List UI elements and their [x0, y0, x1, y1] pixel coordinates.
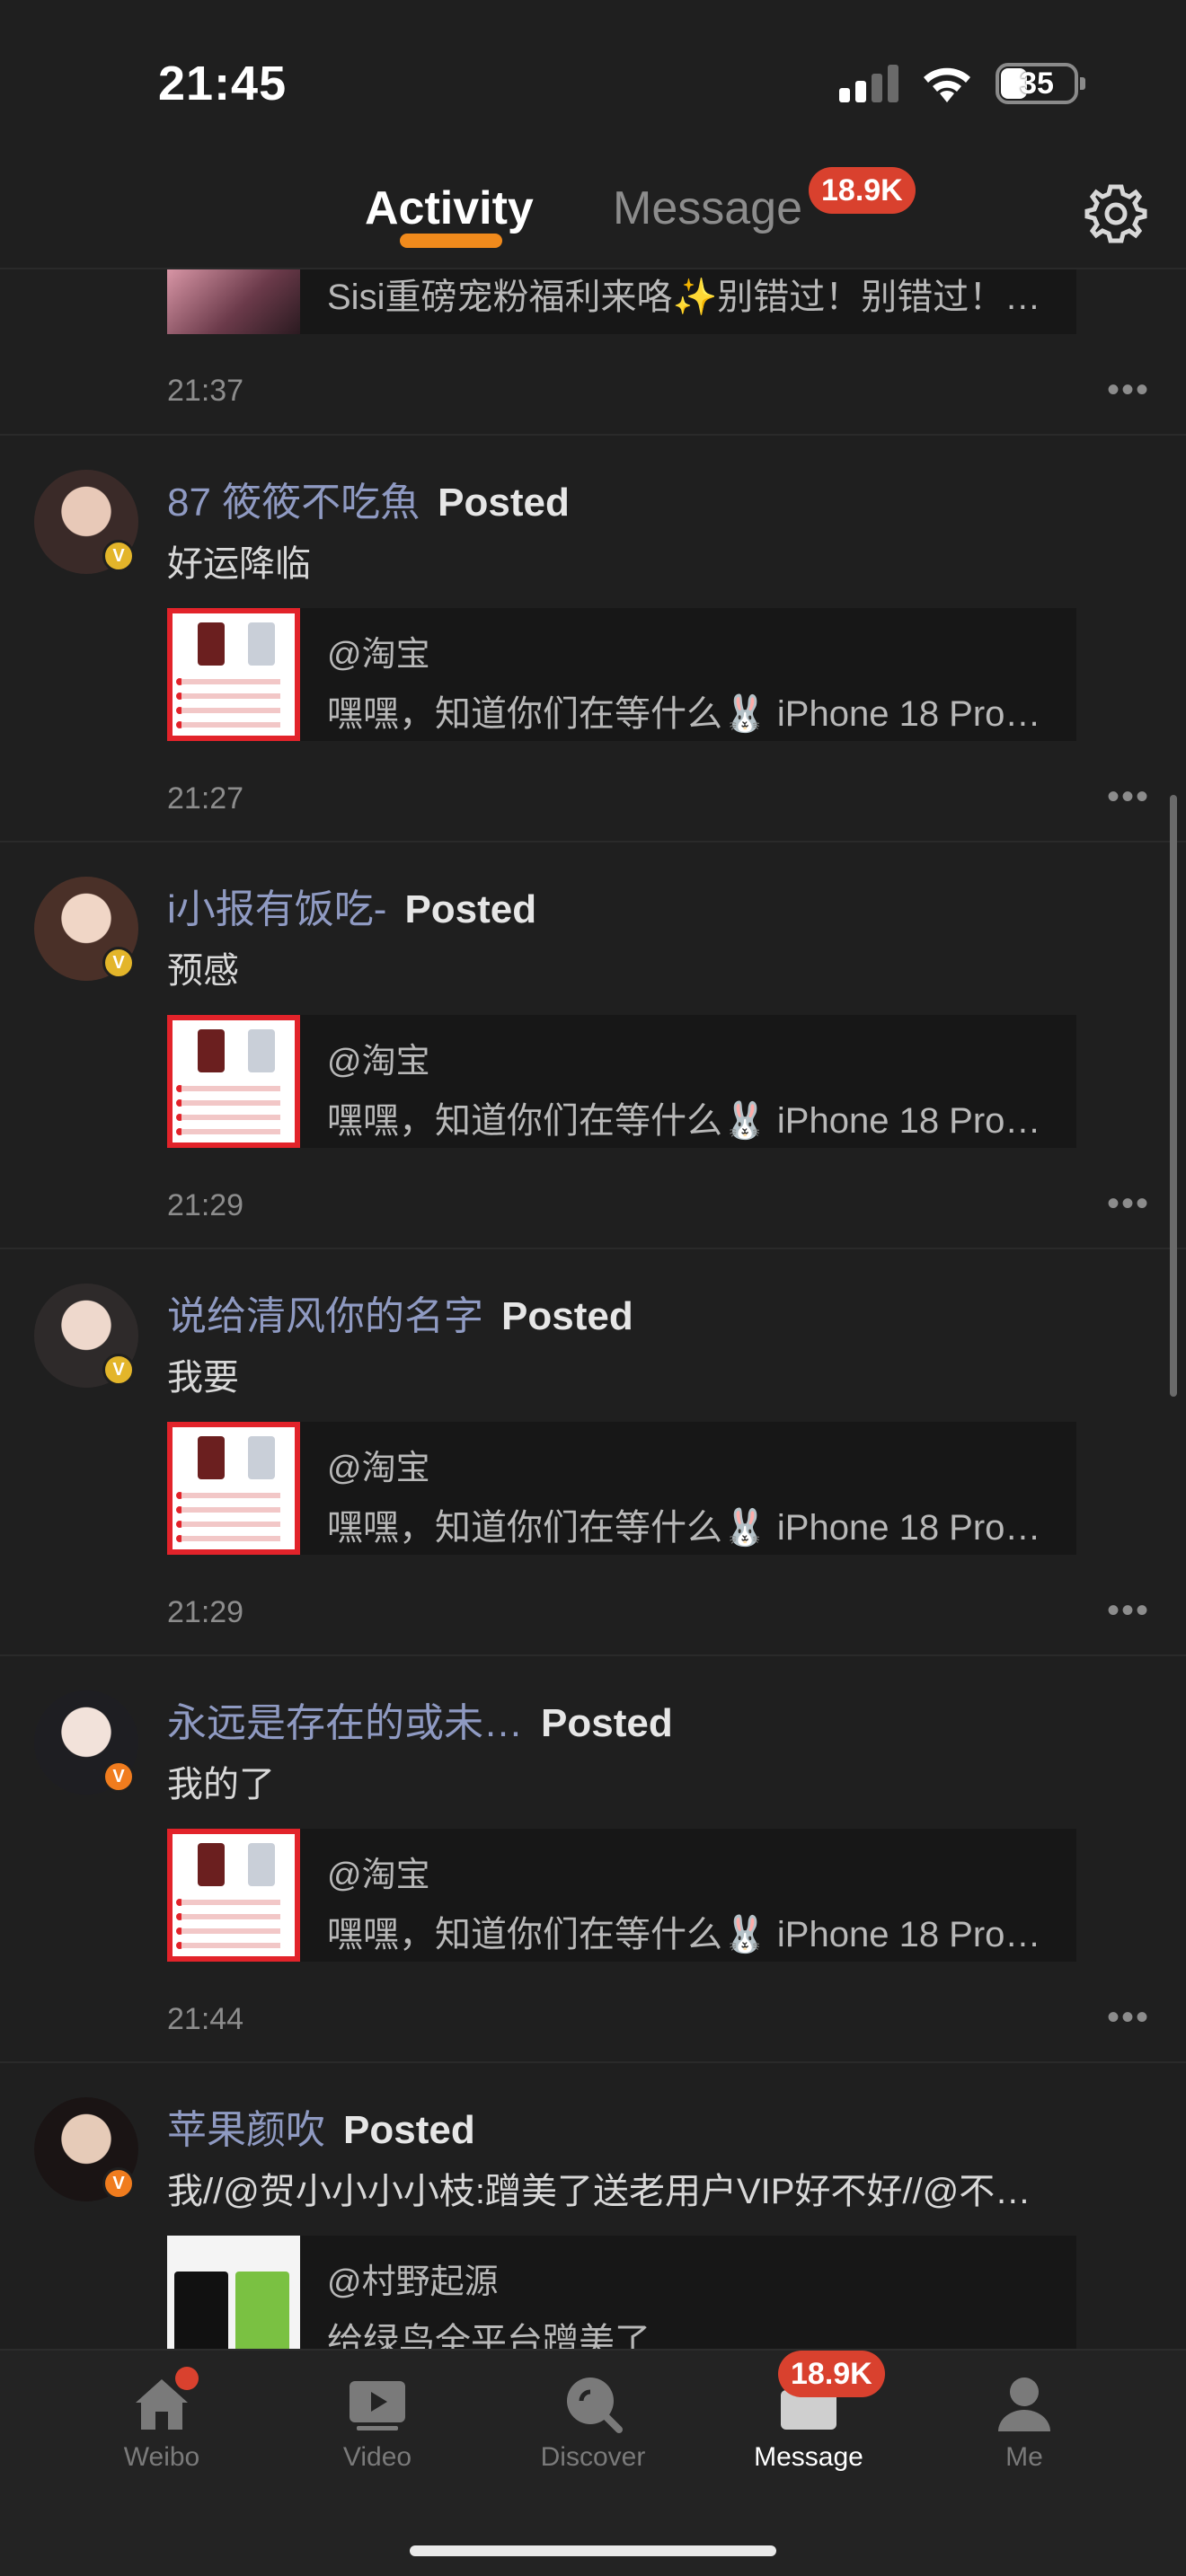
status-time: 21:45	[158, 57, 288, 110]
discover-icon	[562, 2372, 624, 2435]
more-options-icon[interactable]: •••	[1107, 1184, 1150, 1224]
divider	[0, 841, 1186, 842]
post-text: 预感	[167, 951, 239, 991]
user-name[interactable]: 苹果颜吹	[167, 2108, 325, 2152]
post-card[interactable]: @淘宝 嘿嘿，知道你们在等什么🐰 iPhone 18 Pro…	[167, 608, 1076, 741]
active-tab-indicator	[400, 234, 502, 248]
card-thumbnail	[167, 2236, 300, 2349]
action-label: Posted	[541, 1701, 673, 1745]
post-text: 我要	[167, 1358, 239, 1398]
card-thumbnail	[167, 1015, 300, 1148]
card-title: @淘宝	[327, 636, 430, 674]
divider	[0, 2061, 1186, 2063]
tab-label: Video	[342, 2442, 412, 2472]
tab-message[interactable]: Message	[613, 181, 802, 235]
divider	[0, 1654, 1186, 1656]
tab-label: Message	[754, 2442, 863, 2472]
post-card[interactable]: @淘宝 嘿嘿，知道你们在等什么🐰 iPhone 18 Pro…	[167, 1015, 1076, 1148]
card-description: 嘿嘿，知道你们在等什么🐰 iPhone 18 Pro…	[327, 1915, 1041, 1954]
card-title: @村野起源	[327, 2263, 499, 2301]
card-description: 嘿嘿，知道你们在等什么🐰 iPhone 18 Pro…	[327, 1101, 1041, 1141]
home-icon	[130, 2367, 199, 2435]
card-title: @淘宝	[327, 1043, 430, 1081]
message-count-badge: 18.9K	[778, 2351, 885, 2397]
user-name[interactable]: 说给清风你的名字	[167, 1294, 483, 1338]
divider	[0, 434, 1186, 436]
more-options-icon[interactable]: •••	[1107, 1591, 1150, 1631]
tab-label: Weibo	[123, 2442, 200, 2472]
post-card[interactable]: @淘宝 嘿嘿，知道你们在等什么🐰 iPhone 18 Pro…	[167, 1829, 1076, 1962]
status-bar: 21:45 35	[0, 0, 1186, 162]
card-thumbnail	[167, 608, 300, 741]
post-time: 21:29	[167, 1188, 244, 1222]
post-time: 21:29	[167, 1595, 244, 1629]
bottom-tab-bar: Weibo Video Discover Message 18.9K Me	[0, 2349, 1186, 2576]
video-icon	[346, 2372, 409, 2435]
tab-discover[interactable]: Discover	[512, 2372, 674, 2473]
activity-feed: Sisi重磅宠粉福利来咯✨别错过！别错过！… 21:37 ••• V 87 筱筱…	[0, 269, 1186, 2349]
more-options-icon[interactable]: •••	[1107, 1998, 1150, 2038]
cellular-signal-icon	[839, 65, 898, 102]
battery-level: 35	[1020, 66, 1054, 101]
more-options-icon[interactable]: •••	[1107, 777, 1150, 817]
post-text: 我的了	[167, 1765, 275, 1804]
scrollbar[interactable]	[1170, 795, 1177, 1397]
user-name[interactable]: i小报有饭吃-	[167, 887, 386, 931]
tab-me[interactable]: Me	[943, 2372, 1105, 2473]
post-card[interactable]: Sisi重磅宠粉福利来咯✨别错过！别错过！…	[167, 269, 1076, 334]
post-card[interactable]: @淘宝 嘿嘿，知道你们在等什么🐰 iPhone 18 Pro…	[167, 1422, 1076, 1555]
verified-badge-icon: V	[102, 2167, 135, 2200]
action-label: Posted	[501, 1294, 633, 1338]
action-label: Posted	[438, 481, 570, 525]
tab-label: Discover	[540, 2442, 646, 2472]
card-description: 给绿鸟全平台蹭美了	[327, 2322, 651, 2349]
tab-video[interactable]: Video	[296, 2372, 458, 2473]
battery-icon: 35	[996, 63, 1085, 104]
gear-icon[interactable]	[1084, 181, 1148, 246]
tab-activity[interactable]: Activity	[365, 181, 534, 235]
post-time: 21:44	[167, 2002, 244, 2036]
verified-badge-icon: V	[102, 540, 135, 572]
message-count-badge: 18.9K	[809, 167, 916, 214]
post-time: 21:37	[167, 374, 244, 408]
verified-badge-icon: V	[102, 1354, 135, 1386]
post-text: 我//@贺小小小小枝:蹭美了送老用户VIP好不好//@不…	[167, 2172, 1031, 2211]
post-card[interactable]: @村野起源 给绿鸟全平台蹭美了	[167, 2236, 1076, 2349]
wifi-icon	[924, 67, 970, 102]
card-title: @淘宝	[327, 1857, 430, 1894]
action-label: Posted	[404, 887, 537, 931]
post-text: 好运降临	[167, 544, 311, 584]
notification-dot	[175, 2367, 199, 2390]
card-thumbnail	[167, 1422, 300, 1555]
divider	[0, 1248, 1186, 1249]
user-name[interactable]: 永远是存在的或未…	[167, 1701, 523, 1745]
card-title: @淘宝	[327, 1450, 430, 1487]
person-icon	[993, 2372, 1056, 2435]
card-thumbnail	[167, 1829, 300, 1962]
verified-badge-icon: V	[102, 1760, 135, 1793]
tab-label: Me	[1005, 2442, 1043, 2472]
card-description: Sisi重磅宠粉福利来咯✨别错过！别错过！…	[327, 278, 1041, 317]
more-options-icon[interactable]: •••	[1107, 370, 1150, 410]
action-label: Posted	[343, 2108, 475, 2152]
tab-weibo[interactable]: Weibo	[81, 2367, 243, 2473]
home-indicator[interactable]	[410, 2545, 776, 2556]
top-header: Activity Message 18.9K	[0, 162, 1186, 269]
card-description: 嘿嘿，知道你们在等什么🐰 iPhone 18 Pro…	[327, 694, 1041, 734]
verified-badge-icon: V	[102, 947, 135, 979]
post-time: 21:27	[167, 781, 244, 816]
status-icons: 35	[839, 63, 1085, 104]
user-name[interactable]: 87 筱筱不吃魚	[167, 481, 420, 525]
card-description: 嘿嘿，知道你们在等什么🐰 iPhone 18 Pro…	[327, 1508, 1041, 1548]
card-thumbnail	[167, 269, 300, 334]
